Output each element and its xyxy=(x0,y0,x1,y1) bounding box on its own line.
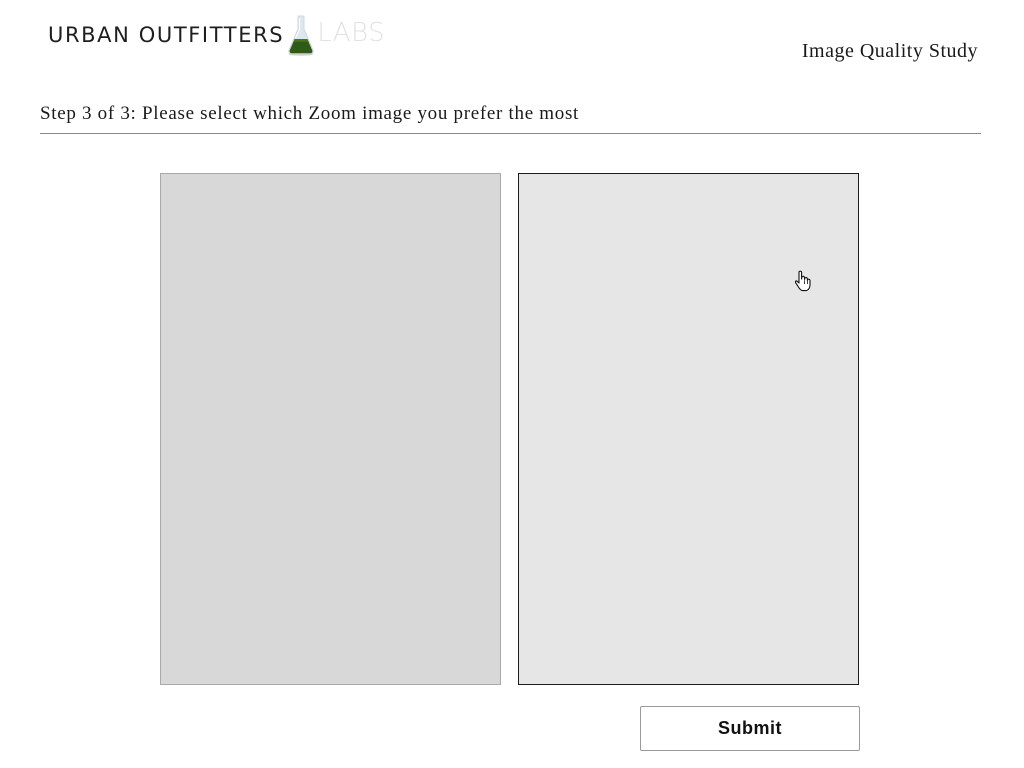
study-title: Image Quality Study xyxy=(801,40,978,62)
urban-outfitters-labs-logo[interactable]: URBAN OUTFITTERS LABS xyxy=(48,14,385,56)
zoom-image-option-a[interactable] xyxy=(160,173,501,685)
step-title: Step 3 of 3: Please select which Zoom im… xyxy=(40,103,580,124)
flask-icon xyxy=(288,15,314,56)
logo-brand-text: URBAN OUTFITTERS xyxy=(48,23,285,47)
zoom-image-option-b[interactable] xyxy=(518,173,859,685)
divider xyxy=(40,133,981,134)
submit-button[interactable]: Submit xyxy=(640,706,860,751)
logo-labs-text: LABS xyxy=(317,18,386,48)
